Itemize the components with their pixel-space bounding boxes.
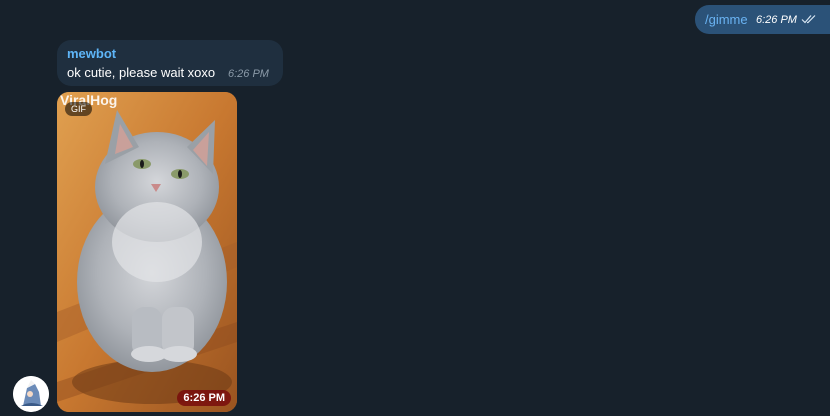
gif-message-time: 6:26 PM — [177, 390, 231, 406]
incoming-message-time: 6:26 PM — [228, 68, 269, 80]
bot-avatar-icon[interactable] — [13, 376, 49, 412]
double-check-icon — [801, 15, 816, 24]
chat-area: /gimme 6:26 PM mewbot ok cutie, please w… — [0, 0, 830, 416]
sender-name[interactable]: mewbot — [67, 46, 116, 61]
gif-media[interactable]: ViralHog GIF 6:26 PM — [57, 92, 237, 412]
outgoing-message-bubble[interactable]: /gimme 6:26 PM — [695, 5, 830, 34]
cat-gif-image — [57, 92, 237, 412]
gif-badge: GIF — [65, 102, 92, 116]
incoming-message-bubble[interactable]: mewbot ok cutie, please wait xoxo 6:26 P… — [57, 40, 283, 86]
outgoing-command-link[interactable]: /gimme — [705, 12, 748, 27]
outgoing-message-time: 6:26 PM — [756, 14, 797, 26]
incoming-message-text: ok cutie, please wait xoxo — [67, 65, 216, 80]
